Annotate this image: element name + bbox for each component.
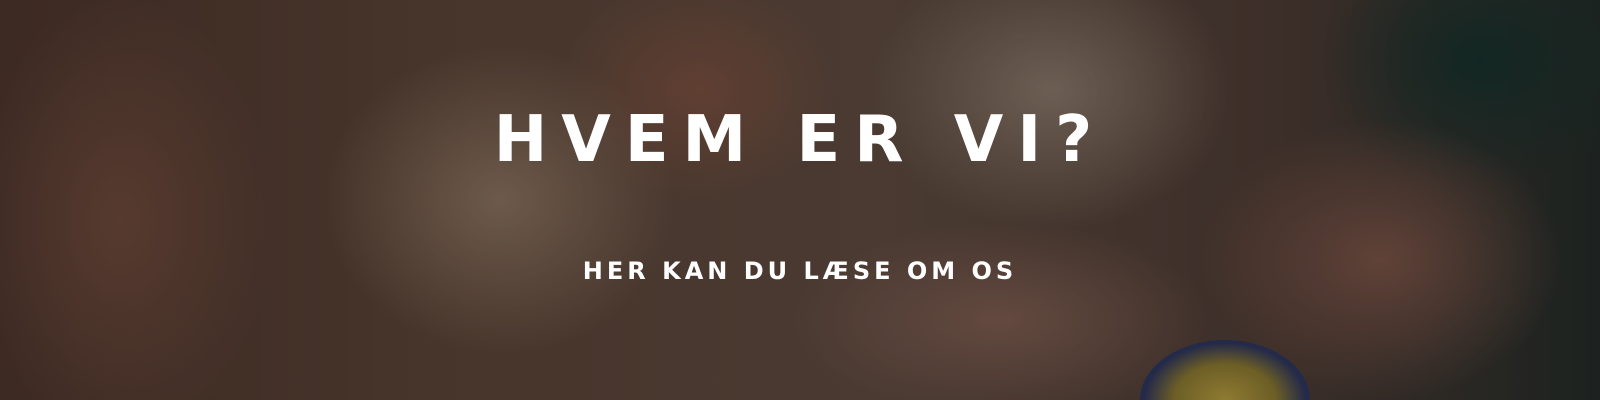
page-title: HVEM ER VI?	[493, 103, 1107, 177]
background-photo-overlay	[0, 0, 1600, 400]
page-subtitle: HER KAN DU LÆSE OM OS	[582, 257, 1018, 285]
hero-banner: HVEM ER VI? HER KAN DU LÆSE OM OS	[0, 0, 1600, 400]
